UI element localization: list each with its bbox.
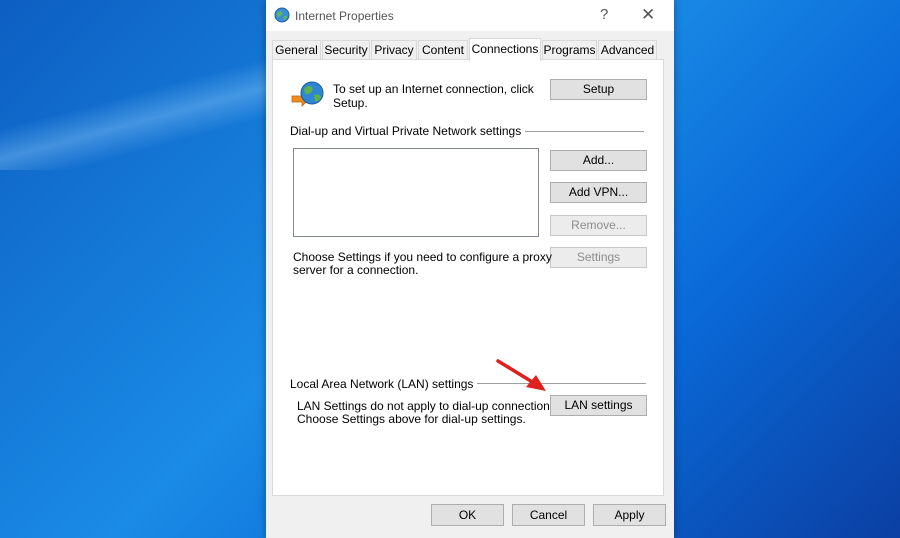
tab-connections[interactable]: Connections (469, 38, 541, 61)
help-button[interactable]: ? (600, 6, 608, 24)
tab-programs[interactable]: Programs (542, 40, 597, 59)
lan-settings-button[interactable]: LAN settings (550, 395, 647, 416)
proxy-description-line2: server for a connection. (293, 263, 419, 277)
connections-tab-panel: To set up an Internet connection, click … (272, 59, 664, 496)
setup-description-line2: Setup. (333, 96, 368, 110)
internet-options-icon (274, 7, 290, 23)
title-bar[interactable]: Internet Properties ? ✕ (266, 0, 674, 31)
cancel-button[interactable]: Cancel (512, 504, 585, 526)
setup-description-line1: To set up an Internet connection, click (333, 82, 534, 96)
window-title: Internet Properties (295, 9, 394, 23)
lan-description-line2: Choose Settings above for dial-up settin… (297, 412, 526, 426)
tab-security[interactable]: Security (322, 40, 370, 59)
lan-group-label: Local Area Network (LAN) settings (290, 377, 478, 391)
network-setup-icon (291, 81, 324, 107)
add-button[interactable]: Add... (550, 150, 647, 171)
tab-privacy[interactable]: Privacy (371, 40, 417, 59)
tab-content[interactable]: Content (418, 40, 468, 59)
settings-button[interactable]: Settings (550, 247, 647, 268)
setup-button[interactable]: Setup (550, 79, 647, 100)
connections-listbox[interactable] (293, 148, 539, 237)
apply-button[interactable]: Apply (593, 504, 666, 526)
tab-general[interactable]: General (272, 40, 321, 59)
ok-button[interactable]: OK (431, 504, 504, 526)
lan-description-line1: LAN Settings do not apply to dial-up con… (297, 399, 560, 413)
tab-advanced[interactable]: Advanced (598, 40, 657, 59)
close-button[interactable]: ✕ (641, 6, 655, 24)
add-vpn-button[interactable]: Add VPN... (550, 182, 647, 203)
dialup-group-label: Dial-up and Virtual Private Network sett… (290, 124, 526, 138)
internet-properties-window: Internet Properties ? ✕ General Security… (266, 0, 674, 538)
red-annotation-arrow-icon (496, 359, 546, 391)
remove-button[interactable]: Remove... (550, 215, 647, 236)
proxy-description-line1: Choose Settings if you need to configure… (293, 250, 552, 264)
